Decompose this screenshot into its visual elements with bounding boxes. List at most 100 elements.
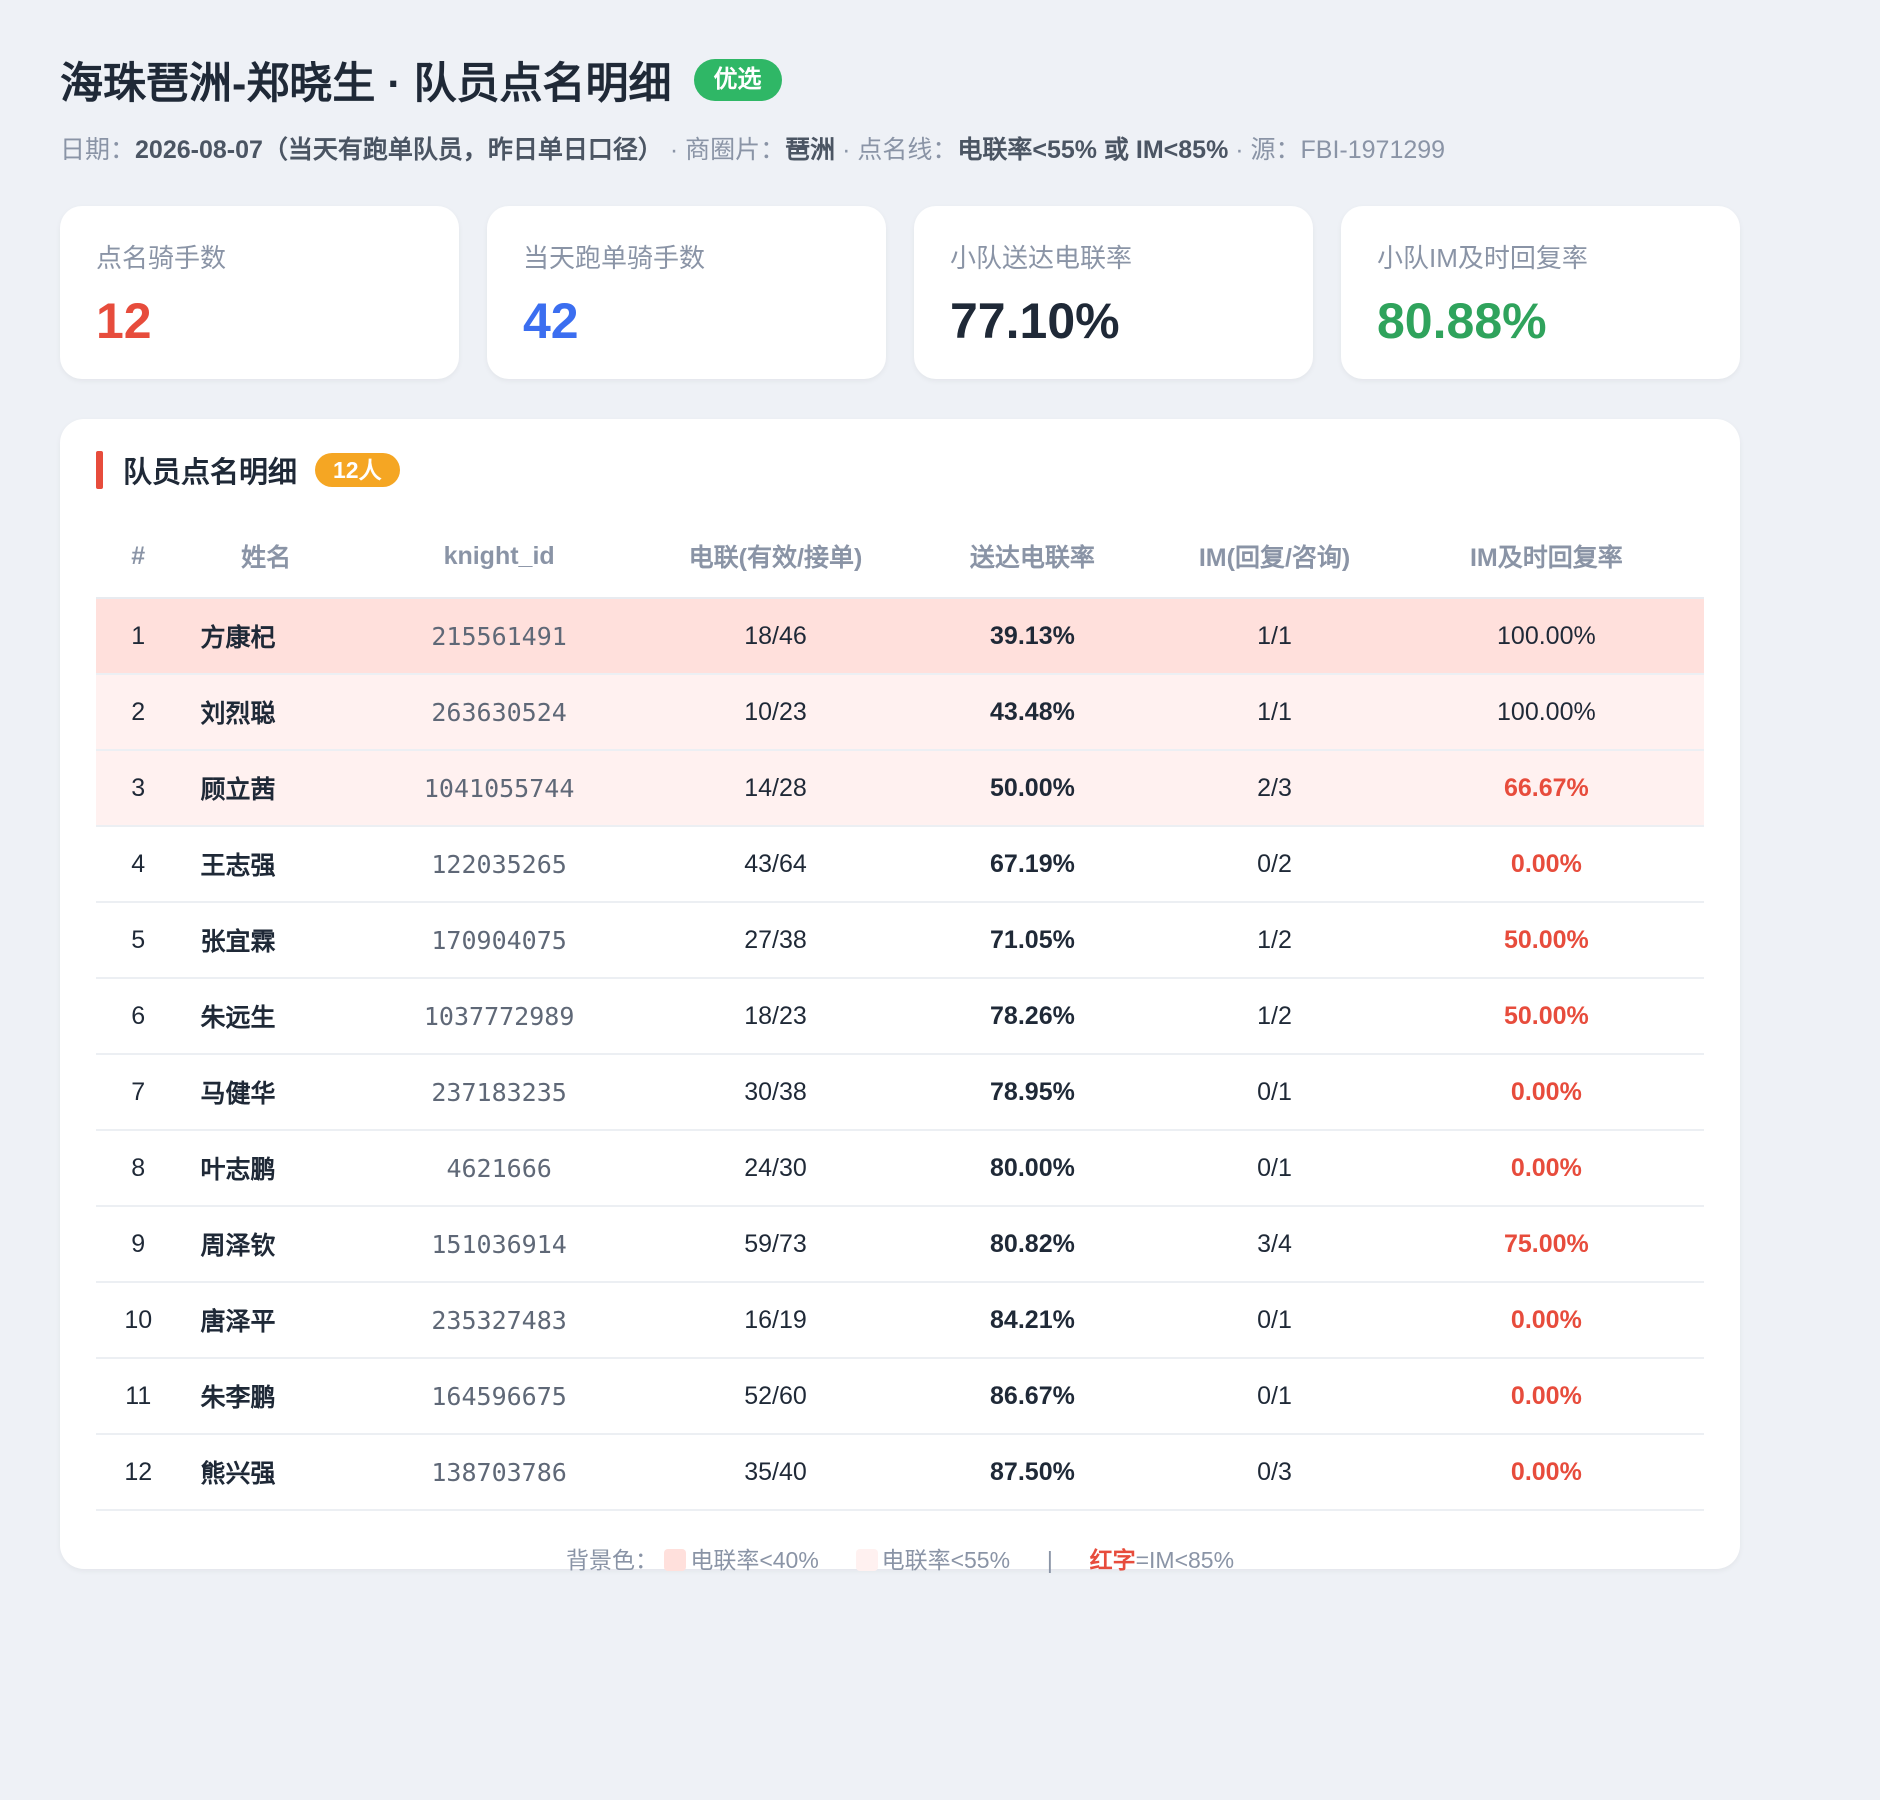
cell-im: 0/1 <box>1160 1130 1389 1207</box>
table-row[interactable]: 8 叶志鹏 4621666 24/30 80.00% 0/1 0.00% <box>96 1130 1704 1207</box>
table-header-row: # 姓名 knight_id 电联(有效/接单) 送达电联率 IM(回复/咨询)… <box>96 515 1704 599</box>
table-row[interactable]: 12 熊兴强 138703786 35/40 87.50% 0/3 0.00% <box>96 1434 1704 1511</box>
col-header-call-rate[interactable]: 送达电联率 <box>904 515 1161 599</box>
cell-knight-id: 164596675 <box>351 1358 647 1435</box>
cell-call-rate: 84.21% <box>904 1282 1161 1359</box>
source-prefix: · 源： <box>1228 136 1301 164</box>
cell-call-rate: 71.05% <box>904 902 1161 979</box>
col-header-name[interactable]: 姓名 <box>180 515 352 599</box>
cell-im: 2/3 <box>1160 750 1389 827</box>
cell-im: 1/2 <box>1160 902 1389 979</box>
col-header-knight-id[interactable]: knight_id <box>351 515 647 599</box>
kpi-label: 当天跑单骑手数 <box>523 243 706 273</box>
cell-calls: 18/46 <box>646 598 905 675</box>
kpi-card-active: 当天跑单骑手数 42 <box>487 206 886 379</box>
area-value: 琶洲 <box>785 136 836 164</box>
cell-name: 周泽钦 <box>180 1206 352 1283</box>
cell-knight-id: 235327483 <box>351 1282 647 1359</box>
col-header-im[interactable]: IM(回复/咨询) <box>1160 515 1389 599</box>
cell-im: 1/2 <box>1160 978 1389 1055</box>
kpi-label: 点名骑手数 <box>96 243 227 273</box>
kpi-card-call-rate: 小队送达电联率 77.10% <box>914 206 1313 379</box>
cell-im: 1/1 <box>1160 674 1389 751</box>
cell-im: 0/3 <box>1160 1434 1389 1511</box>
cell-calls: 59/73 <box>646 1206 905 1283</box>
page-title: 海珠琶洲-郑晓生 · 队员点名明细 <box>60 60 672 108</box>
cell-calls: 35/40 <box>646 1434 905 1511</box>
cell-name: 唐泽平 <box>180 1282 352 1359</box>
table-row[interactable]: 4 王志强 122035265 43/64 67.19% 0/2 0.00% <box>96 826 1704 903</box>
cell-im: 3/4 <box>1160 1206 1389 1283</box>
table-row[interactable]: 7 马健华 237183235 30/38 78.95% 0/1 0.00% <box>96 1054 1704 1131</box>
table-row[interactable]: 6 朱远生 1037772989 18/23 78.26% 1/2 50.00% <box>96 978 1704 1055</box>
table-row[interactable]: 9 周泽钦 151036914 59/73 80.82% 3/4 75.00% <box>96 1206 1704 1283</box>
status-badge: 优选 <box>693 59 782 101</box>
cell-name: 刘烈聪 <box>180 674 352 751</box>
cell-call-rate: 50.00% <box>904 750 1161 827</box>
cell-knight-id: 237183235 <box>351 1054 647 1131</box>
kpi-value: 42 <box>523 293 579 349</box>
cell-im-rate: 0.00% <box>1388 1434 1704 1511</box>
cell-knight-id: 138703786 <box>351 1434 647 1511</box>
kpi-value: 80.88% <box>1377 293 1547 349</box>
table-row[interactable]: 5 张宜霖 170904075 27/38 71.05% 1/2 50.00% <box>96 902 1704 979</box>
table-row[interactable]: 11 朱李鹏 164596675 52/60 86.67% 0/1 0.00% <box>96 1358 1704 1435</box>
kpi-card-im-rate: 小队IM及时回复率 80.88% <box>1341 206 1740 379</box>
legend-red-word: 红字 <box>1089 1547 1136 1573</box>
kpi-value: 12 <box>96 293 152 349</box>
cell-knight-id: 170904075 <box>351 902 647 979</box>
cell-im-rate: 50.00% <box>1388 902 1704 979</box>
cell-im-rate: 0.00% <box>1388 1054 1704 1131</box>
table-row[interactable]: 10 唐泽平 235327483 16/19 84.21% 0/1 0.00% <box>96 1282 1704 1359</box>
cell-index: 1 <box>96 598 181 675</box>
table-row[interactable]: 2 刘烈聪 263630524 10/23 43.48% 1/1 100.00% <box>96 674 1704 751</box>
table-body: 1 方康杞 215561491 18/46 39.13% 1/1 100.00% 2 刘烈聪 26… <box>96 598 1704 1511</box>
cell-name: 王志强 <box>180 826 352 903</box>
roll-call-table: # 姓名 knight_id 电联(有效/接单) 送达电联率 IM(回复/咨询)… <box>96 515 1704 1511</box>
cell-call-rate: 86.67% <box>904 1358 1161 1435</box>
legend-swatch-sev1 <box>664 1549 687 1571</box>
cell-im-rate: 50.00% <box>1388 978 1704 1055</box>
cell-index: 12 <box>96 1434 181 1511</box>
col-header-index[interactable]: # <box>96 515 181 599</box>
cell-knight-id: 1041055744 <box>351 750 647 827</box>
cell-call-rate: 87.50% <box>904 1434 1161 1511</box>
table-row[interactable]: 3 顾立茜 1041055744 14/28 50.00% 2/3 66.67% <box>96 750 1704 827</box>
cell-calls: 14/28 <box>646 750 905 827</box>
cell-im: 0/1 <box>1160 1358 1389 1435</box>
legend-prefix: 背景色： <box>565 1547 658 1573</box>
cell-name: 叶志鹏 <box>180 1130 352 1207</box>
cell-knight-id: 215561491 <box>351 598 647 675</box>
cell-knight-id: 263630524 <box>351 674 647 751</box>
cell-im: 1/1 <box>1160 598 1389 675</box>
cell-knight-id: 4621666 <box>351 1130 647 1207</box>
cell-calls: 16/19 <box>646 1282 905 1359</box>
legend: 背景色： 电联率<40% 电联率<55% | 红字=IM<85% <box>96 1541 1704 1575</box>
cell-name: 顾立茜 <box>180 750 352 827</box>
cell-call-rate: 67.19% <box>904 826 1161 903</box>
cell-im-rate: 66.67% <box>1388 750 1704 827</box>
cell-im-rate: 100.00% <box>1388 598 1704 675</box>
cell-index: 6 <box>96 978 181 1055</box>
cell-index: 5 <box>96 902 181 979</box>
cell-index: 4 <box>96 826 181 903</box>
table-row[interactable]: 1 方康杞 215561491 18/46 39.13% 1/1 100.00% <box>96 598 1704 675</box>
cell-call-rate: 39.13% <box>904 598 1161 675</box>
legend-label-sev2: 电联率<55% <box>881 1547 1011 1573</box>
section-accent-bar <box>96 451 103 489</box>
count-badge: 12人 <box>315 453 400 487</box>
col-header-calls[interactable]: 电联(有效/接单) <box>646 515 905 599</box>
cell-calls: 18/23 <box>646 978 905 1055</box>
cell-index: 10 <box>96 1282 181 1359</box>
cell-im: 0/1 <box>1160 1054 1389 1131</box>
col-header-im-rate[interactable]: IM及时回复率 <box>1388 515 1704 599</box>
legend-separator: | <box>1046 1547 1053 1573</box>
cell-calls: 52/60 <box>646 1358 905 1435</box>
detail-card: 队员点名明细 12人 # 姓名 knight_id 电联(有效/接单) 送达电联 <box>60 419 1740 1573</box>
cell-im: 0/2 <box>1160 826 1389 903</box>
cell-calls: 27/38 <box>646 902 905 979</box>
date-prefix: 日期： <box>60 136 136 164</box>
cell-call-rate: 78.26% <box>904 978 1161 1055</box>
kpi-row: 点名骑手数 12 当天跑单骑手数 42 小队送达电联率 77.10% 小队IM及… <box>60 206 1740 379</box>
cell-im-rate: 100.00% <box>1388 674 1704 751</box>
